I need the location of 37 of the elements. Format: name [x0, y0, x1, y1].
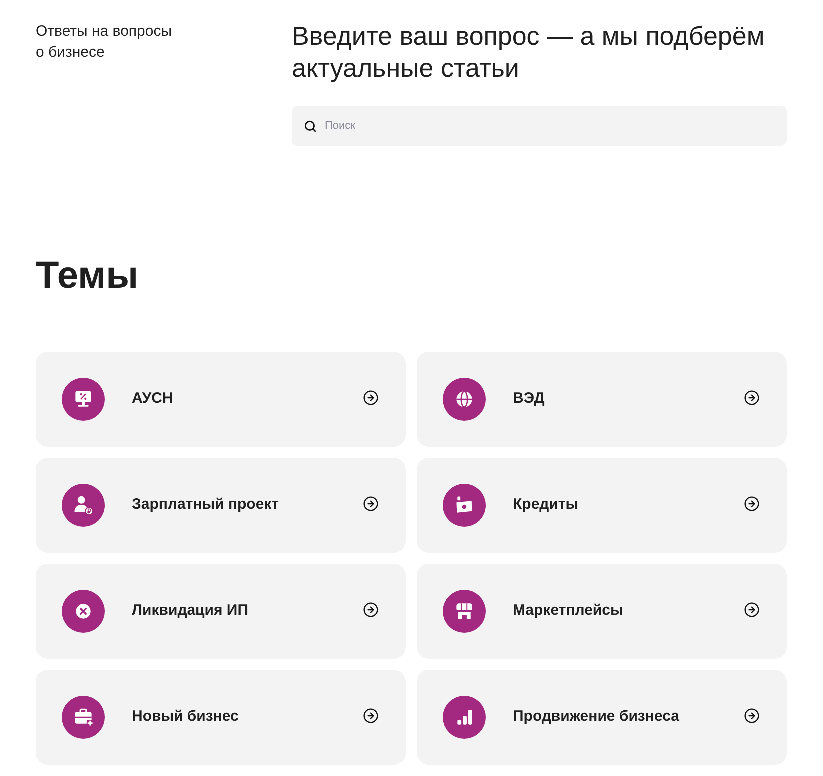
close-circle-icon	[62, 590, 105, 633]
topic-card[interactable]: Зарплатный проект	[36, 458, 406, 553]
arrow-right-icon	[744, 390, 760, 406]
arrow-right-icon	[363, 496, 379, 512]
topic-card[interactable]: Новый бизнес	[36, 670, 406, 765]
bar-chart-icon	[443, 696, 486, 739]
topic-card[interactable]: ВЭД	[417, 352, 787, 447]
arrow-right-icon	[363, 708, 379, 724]
topic-label: Продвижение бизнеса	[513, 707, 680, 728]
banknote-icon	[443, 484, 486, 527]
page-heading: Введите ваш вопрос — а мы подберём актуальные статьи	[292, 20, 766, 84]
person-ruble-icon	[62, 484, 105, 527]
arrow-right-icon	[363, 602, 379, 618]
monitor-percent-icon	[62, 378, 105, 421]
arrow-right-icon	[744, 602, 760, 618]
site-title[interactable]: Ответы на вопросы о бизнесе	[36, 21, 178, 63]
arrow-right-icon	[744, 708, 760, 724]
topic-label: ВЭД	[513, 389, 546, 410]
store-icon	[443, 590, 486, 633]
section-heading: Темы	[36, 254, 140, 299]
topic-card[interactable]: Продвижение бизнеса	[417, 670, 787, 765]
briefcase-plus-icon	[62, 696, 105, 739]
topic-card[interactable]: Ликвидация ИП	[36, 564, 406, 659]
topic-label: Кредиты	[513, 495, 580, 516]
topic-card[interactable]: Кредиты	[417, 458, 787, 553]
topic-label: АУСН	[132, 389, 174, 410]
search-field[interactable]: Поиск	[292, 106, 787, 146]
topic-label: Маркетплейсы	[513, 601, 624, 622]
arrow-right-icon	[744, 496, 760, 512]
topic-label: Ликвидация ИП	[132, 601, 250, 622]
topic-card[interactable]: АУСН	[36, 352, 406, 447]
globe-icon	[443, 378, 486, 421]
topic-label: Зарплатный проект	[132, 495, 280, 516]
search-icon	[304, 120, 317, 133]
topic-label: Новый бизнес	[132, 707, 240, 728]
topic-card[interactable]: Маркетплейсы	[417, 564, 787, 659]
arrow-right-icon	[363, 390, 379, 406]
